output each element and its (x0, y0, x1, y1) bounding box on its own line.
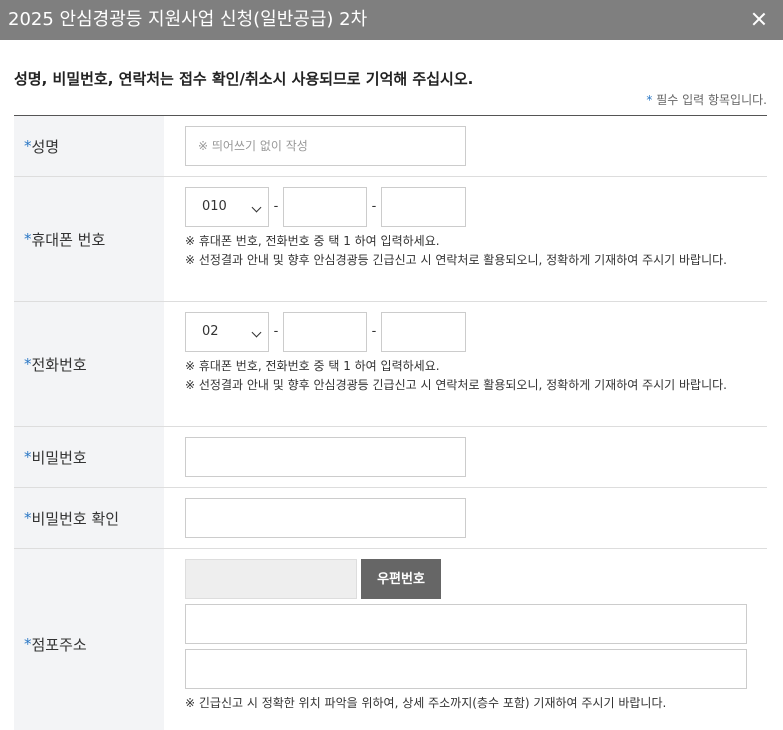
address-help: ※ 긴급신고 시 정확한 위치 파악을 위하여, 상세 주소까지(층수 포함) … (185, 696, 667, 710)
phone-middle-input[interactable] (283, 312, 367, 352)
phone-last-input[interactable] (381, 312, 466, 352)
dash: - (371, 324, 377, 339)
address-input[interactable] (185, 604, 747, 644)
required-note-text: 필수 입력 항목입니다. (652, 93, 767, 107)
phone-label-text: 전화번호 (31, 355, 87, 374)
dash: - (273, 199, 279, 214)
required-star: * (24, 509, 32, 527)
phone-label: * 전화번호 (14, 302, 164, 426)
zipcode-field (185, 559, 357, 599)
mobile-prefix-select[interactable]: 010 (185, 187, 269, 227)
mobile-label: * 휴대폰 번호 (14, 177, 164, 301)
mobile-middle-input[interactable] (283, 187, 367, 227)
dialog-title: 2025 안심경광등 지원사업 신청(일반공급) 2차 (8, 9, 368, 30)
phone-prefix-select[interactable]: 02 (185, 312, 269, 352)
row-address: * 점포주소 우편번호 ※ 긴급신고 시 정확한 위치 파악을 위하여, 상세 주… (14, 549, 767, 730)
row-password: * 비밀번호 (14, 427, 767, 488)
password-label-text: 비밀번호 (31, 448, 87, 467)
password-confirm-input[interactable] (185, 498, 466, 538)
password-input[interactable] (185, 437, 466, 477)
chevron-down-icon (251, 202, 262, 213)
phone-help-2: ※ 선정결과 안내 및 향후 안심경광등 긴급신고 시 연락처로 활용되오니, … (185, 378, 727, 392)
phone-prefix-value: 02 (202, 324, 219, 339)
required-star: * (24, 137, 32, 155)
mobile-label-text: 휴대폰 번호 (31, 230, 106, 249)
row-name: * 성명 (14, 116, 767, 177)
name-label-text: 성명 (31, 137, 60, 156)
close-icon[interactable] (749, 9, 769, 29)
name-input[interactable] (185, 126, 466, 166)
password-confirm-label-text: 비밀번호 확인 (31, 509, 120, 528)
application-form: *성명 *휴대폰 번호 010 - - ※ 휴대폰 번호, 전화번호 중 택 1… (14, 115, 767, 730)
required-star: * (24, 448, 32, 466)
required-star: * (24, 355, 32, 373)
mobile-help-1: ※ 휴대폰 번호, 전화번호 중 택 1 하여 입력하세요. (185, 234, 440, 248)
row-password-confirm: * 비밀번호 확인 (14, 488, 767, 549)
mobile-prefix-value: 010 (202, 199, 227, 214)
row-mobile: * 휴대폰 번호 010 - - ※ 휴대폰 번호, 전화번호 중 택 1 하여 … (14, 177, 767, 302)
notice-text: 성명, 비밀번호, 연락처는 접수 확인/취소시 사용되므로 기억해 주십시오. (14, 70, 474, 88)
phone-help-1: ※ 휴대폰 번호, 전화번호 중 택 1 하여 입력하세요. (185, 359, 440, 373)
password-confirm-label: * 비밀번호 확인 (14, 488, 164, 548)
dialog-titlebar: 2025 안심경광등 지원사업 신청(일반공급) 2차 (0, 0, 783, 40)
required-note: * 필수 입력 항목입니다. (646, 91, 767, 108)
mobile-help-2: ※ 선정결과 안내 및 향후 안심경광등 긴급신고 시 연락처로 활용되오니, … (185, 253, 727, 267)
required-star: * (24, 635, 32, 653)
dash: - (371, 199, 377, 214)
address-detail-input[interactable] (185, 649, 747, 689)
mobile-last-input[interactable] (381, 187, 466, 227)
address-label-text: 점포주소 (31, 635, 87, 654)
required-star: * (24, 230, 32, 248)
password-label: * 비밀번호 (14, 427, 164, 487)
name-label: * 성명 (14, 116, 164, 176)
row-phone: * 전화번호 02 - - ※ 휴대폰 번호, 전화번호 중 택 1 하여 입력하… (14, 302, 767, 427)
chevron-down-icon (251, 327, 262, 338)
dash: - (273, 324, 279, 339)
address-label: * 점포주소 (14, 549, 164, 730)
zipcode-button[interactable]: 우편번호 (361, 559, 441, 599)
